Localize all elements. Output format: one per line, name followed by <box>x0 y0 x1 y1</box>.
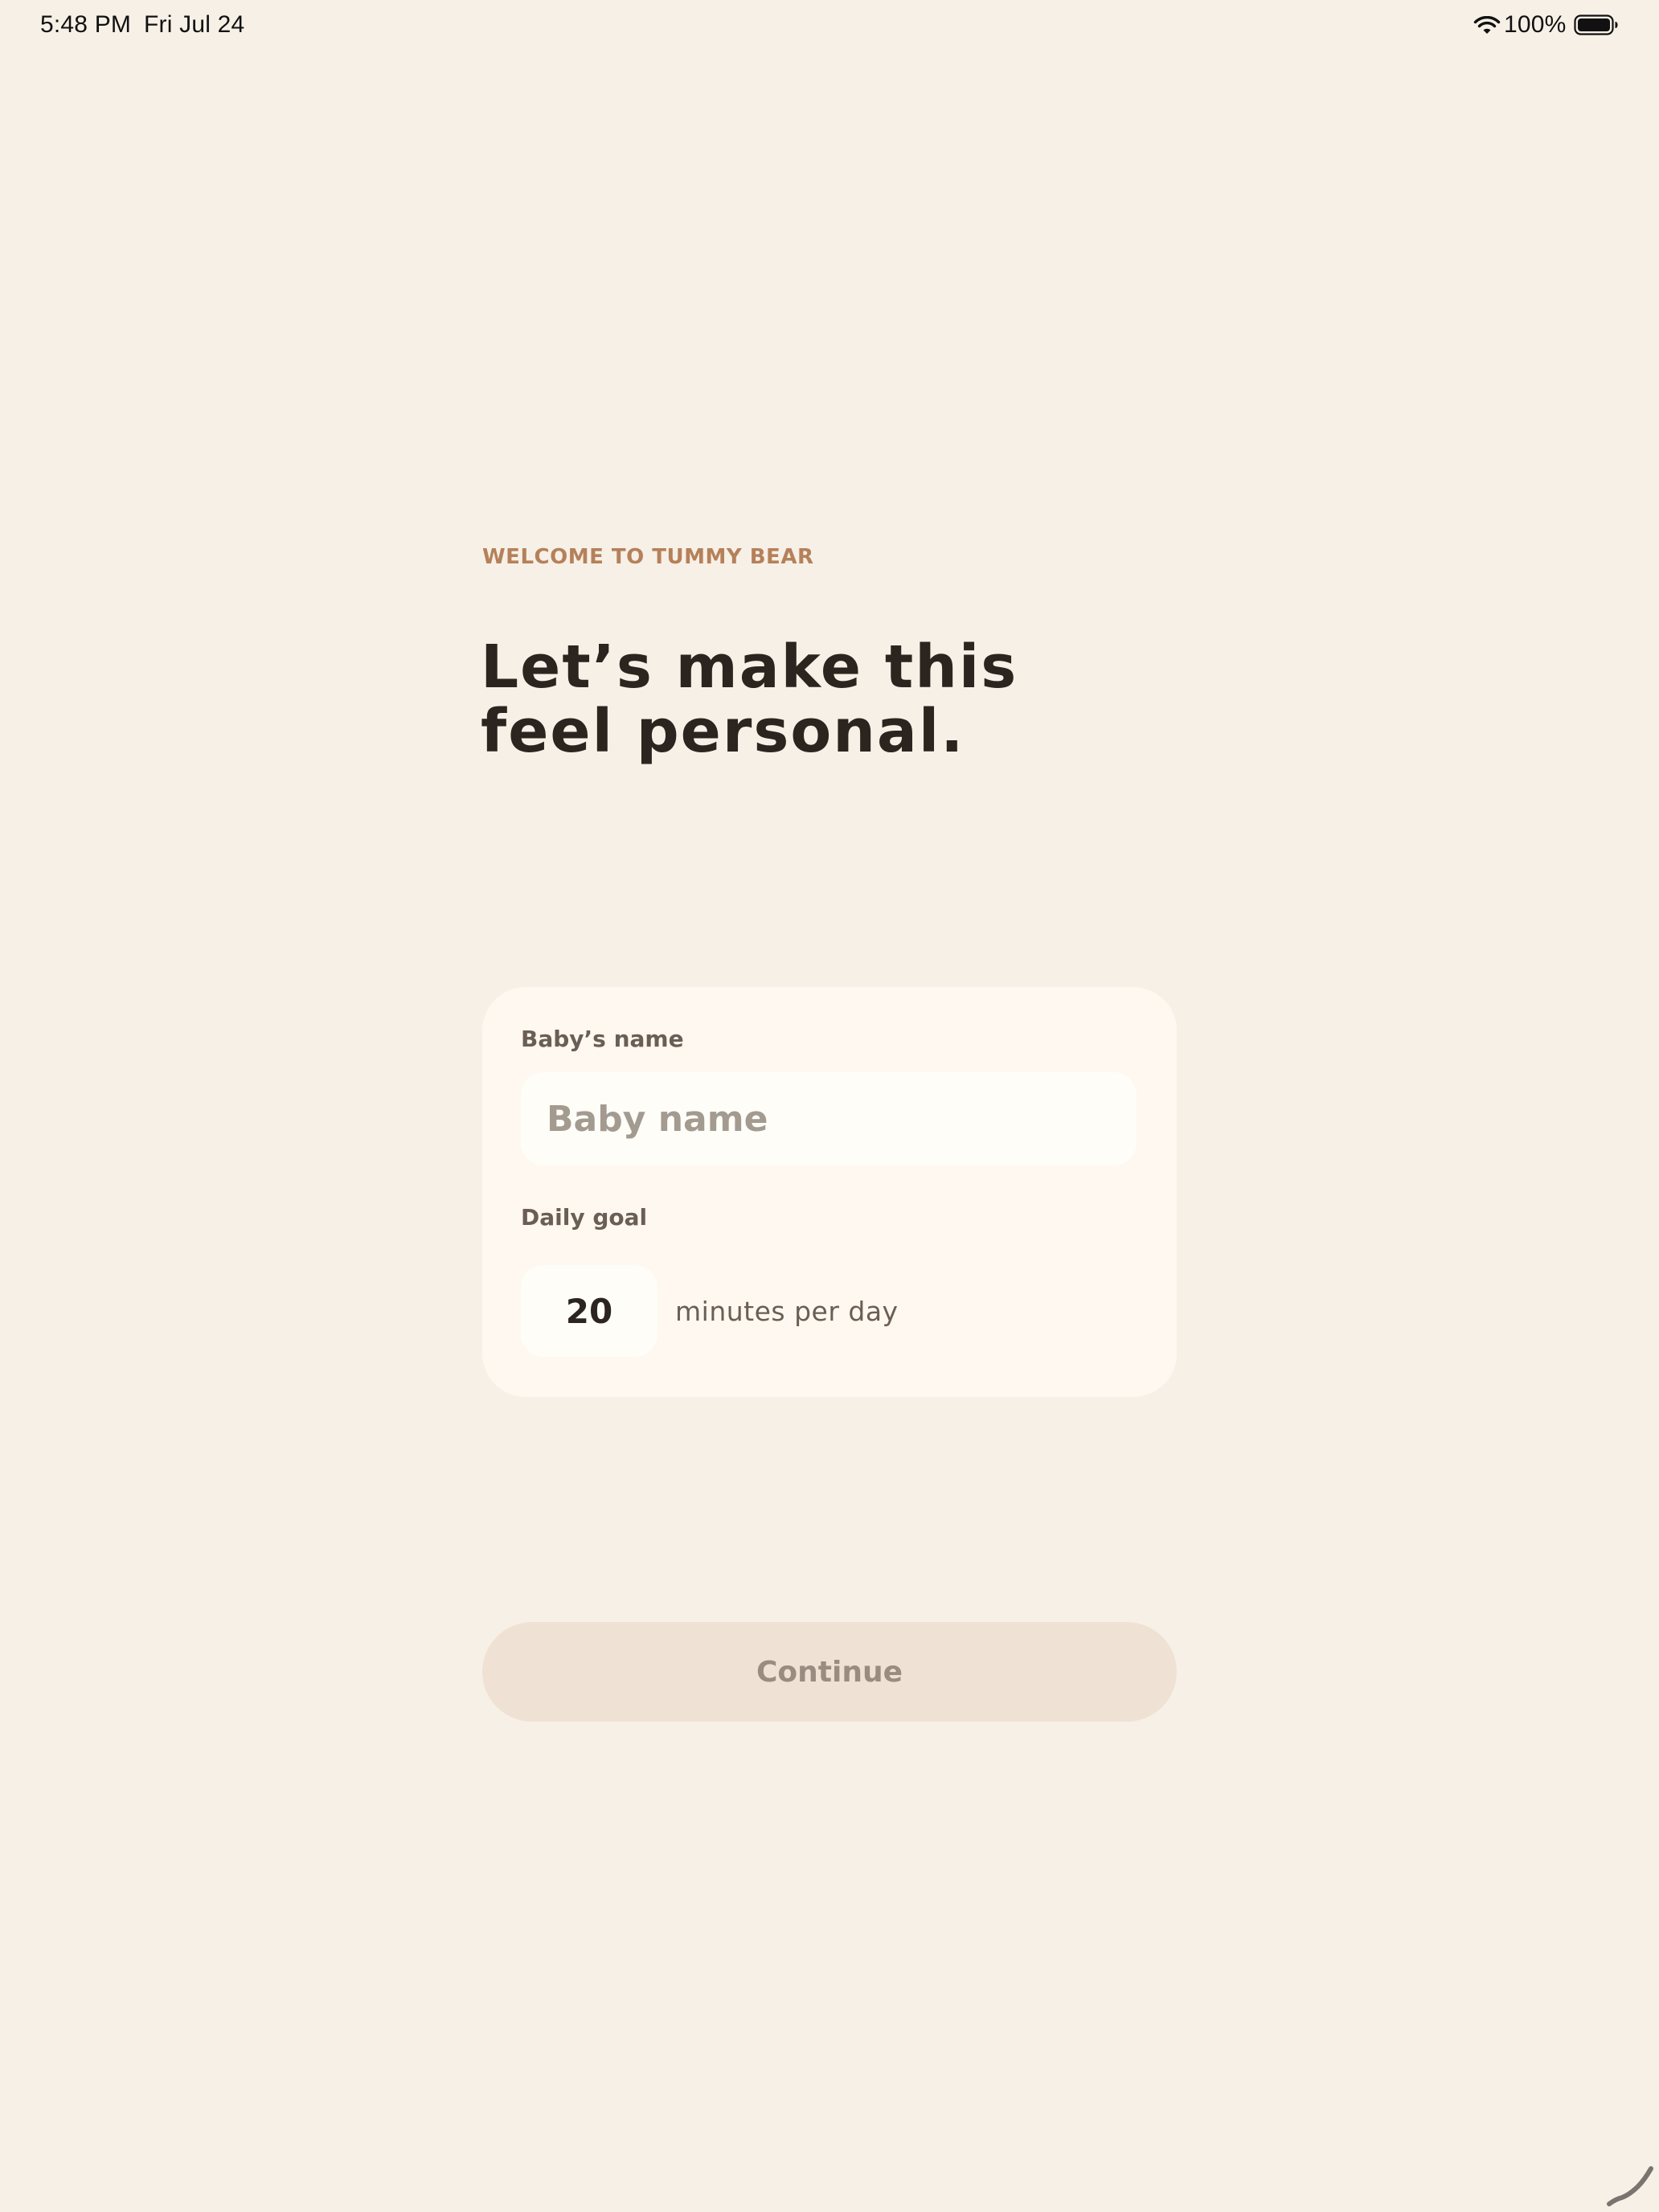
continue-button[interactable]: Continue <box>482 1622 1177 1722</box>
status-time: 5:48 PM <box>40 11 132 38</box>
wifi-icon <box>1473 16 1501 34</box>
onboarding-screen: 5:48 PM Fri Jul 24 100% WELCOME TO TUMMY… <box>0 0 1659 2212</box>
battery-percentage: 100% <box>1504 11 1567 38</box>
profile-form-card: Baby’s name Daily goal 20 minutes per da… <box>482 987 1177 1397</box>
page-title: Let’s make this feel personal. <box>481 635 1043 764</box>
daily-goal-input[interactable]: 20 <box>521 1265 657 1357</box>
daily-goal-unit: minutes per day <box>675 1296 899 1327</box>
page-title-line-1: Let’s make this <box>481 633 1018 702</box>
welcome-eyebrow: WELCOME TO TUMMY BEAR <box>482 545 814 569</box>
battery-icon <box>1574 14 1618 35</box>
baby-name-input[interactable] <box>521 1072 1137 1165</box>
page-title-line-2: feel personal. <box>481 697 965 766</box>
daily-goal-label: Daily goal <box>521 1204 648 1231</box>
baby-name-label: Baby’s name <box>521 1026 684 1052</box>
status-date: Fri Jul 24 <box>144 11 245 38</box>
scribble-handle-icon[interactable] <box>1606 2159 1654 2207</box>
